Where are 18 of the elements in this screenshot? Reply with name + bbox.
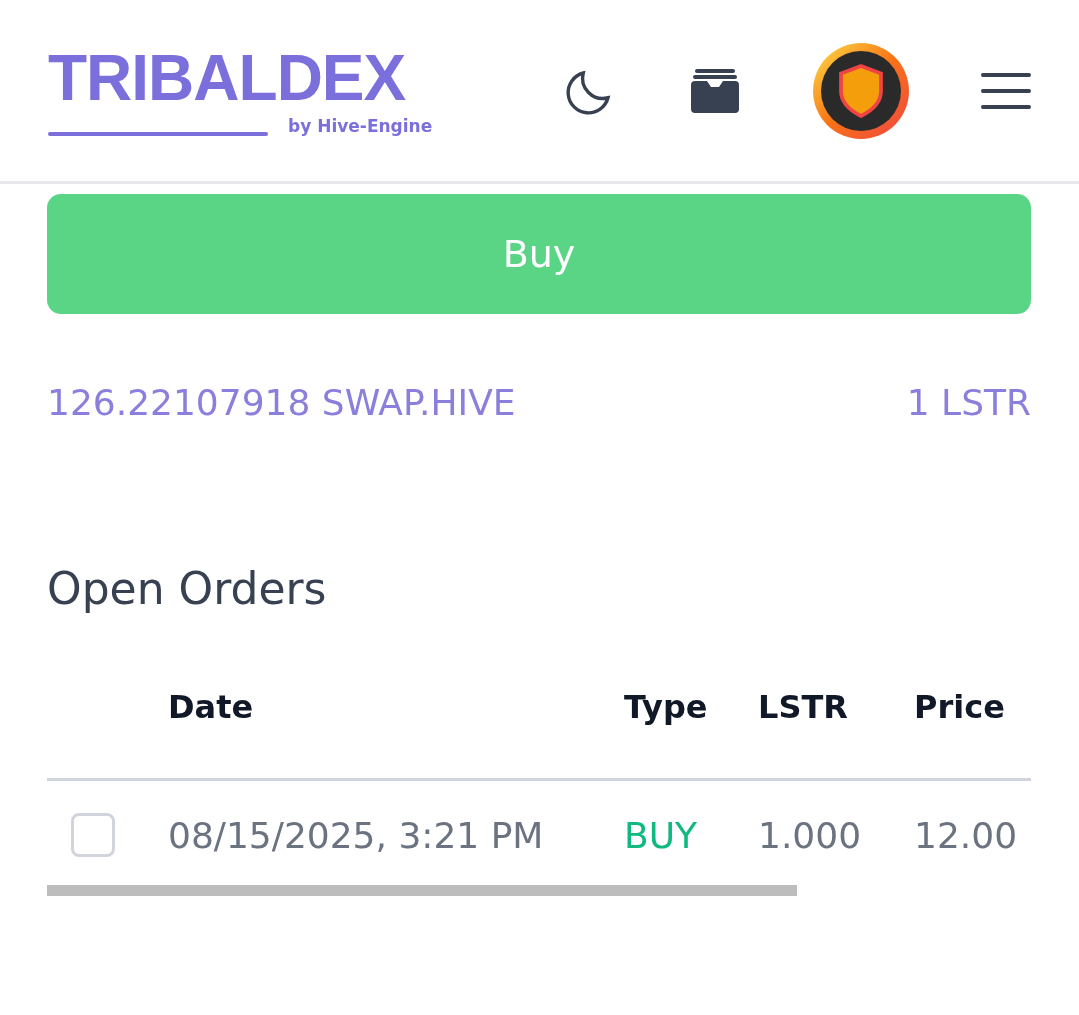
balance-amount: 126.22107918 SWAP.HIVE: [47, 382, 516, 423]
logo-subtitle: by Hive-Engine: [288, 115, 433, 136]
column-header: Price: [914, 688, 1006, 726]
logo: TRIBALDEX: [48, 45, 406, 110]
buy-button[interactable]: Buy: [47, 194, 1031, 314]
section-title: Open Orders: [47, 563, 328, 614]
wallet-icon[interactable]: [689, 66, 741, 115]
column-header: Type: [624, 688, 709, 726]
table-cell-text: BUY: [624, 814, 699, 856]
column-header: LSTR: [758, 688, 849, 726]
table-cell-text: 12.00: [914, 814, 1019, 856]
column-header: Date: [168, 688, 255, 726]
row-checkbox[interactable]: [71, 813, 115, 857]
scrollbar[interactable]: [47, 885, 797, 896]
menu-icon[interactable]: [981, 71, 1031, 110]
token-amount: 1 LSTR: [906, 382, 1031, 423]
table-cell-text: 08/15/2025, 3:21 PM: [168, 814, 545, 856]
table-cell-text: 1.000: [758, 814, 863, 856]
